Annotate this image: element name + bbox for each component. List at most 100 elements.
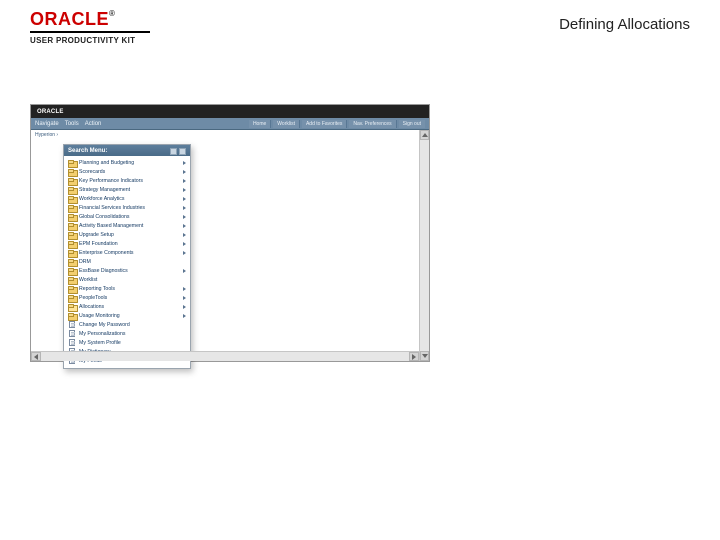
folder-icon	[68, 232, 76, 238]
folder-icon	[68, 169, 76, 175]
menu-item-label: Financial Services Industries	[79, 205, 180, 211]
menu-item[interactable]: EssBase Diagnostics	[66, 266, 188, 275]
folder-icon	[68, 160, 76, 166]
menu-item[interactable]: My Personalizations	[66, 329, 188, 338]
menu-item[interactable]: Financial Services Industries	[66, 203, 188, 212]
menu-item[interactable]: Strategy Management	[66, 185, 188, 194]
folder-icon	[68, 286, 76, 292]
oracle-logo-block: ORACLE® USER PRODUCTIVITY KIT	[30, 10, 150, 45]
menu-item-label: My Personalizations	[79, 331, 186, 337]
scrollbar-vertical[interactable]	[419, 130, 429, 361]
nav-signout[interactable]: Sign out	[399, 120, 425, 128]
menu-item-label: Worklist	[79, 277, 186, 283]
menu-item-label: Allocations	[79, 304, 180, 310]
menu-item[interactable]: Activity Based Management	[66, 221, 188, 230]
document-icon	[69, 330, 75, 337]
document-icon	[69, 321, 75, 328]
submenu-caret-icon	[183, 233, 186, 237]
menu-item-label: My System Profile	[79, 340, 186, 346]
menu-item-label: EssBase Diagnostics	[79, 268, 180, 274]
chevron-up-icon	[422, 133, 428, 137]
menu-item-label: Global Consolidations	[79, 214, 180, 220]
folder-icon	[68, 214, 76, 220]
chevron-right-icon	[412, 354, 416, 360]
nav-add-favorites[interactable]: Add to Favorites	[302, 120, 347, 128]
menu-item[interactable]: Usage Monitoring	[66, 311, 188, 320]
nav-action[interactable]: Action	[85, 121, 102, 127]
panel-controls	[170, 148, 186, 155]
nav-left: Navigate Tools Action	[35, 121, 101, 127]
document-icon	[69, 339, 75, 346]
scrollbar-horizontal[interactable]	[31, 351, 419, 361]
menu-item[interactable]: PeopleTools	[66, 293, 188, 302]
menu-item[interactable]: Scorecards	[66, 167, 188, 176]
menu-item-label: Planning and Budgeting	[79, 160, 180, 166]
registered-icon: ®	[109, 9, 115, 18]
app-titlebar: ORACLE	[31, 105, 429, 118]
folder-icon	[68, 250, 76, 256]
folder-icon	[68, 268, 76, 274]
breadcrumb[interactable]: Hyperion ›	[35, 132, 58, 138]
nav-home[interactable]: Home	[249, 120, 271, 128]
menu-item-label: Enterprise Components	[79, 250, 180, 256]
search-menu-title: Search Menu:	[64, 145, 190, 156]
submenu-caret-icon	[183, 170, 186, 174]
submenu-caret-icon	[183, 251, 186, 255]
submenu-caret-icon	[183, 188, 186, 192]
submenu-caret-icon	[183, 314, 186, 318]
menu-item[interactable]: Worklist	[66, 275, 188, 284]
submenu-caret-icon	[183, 215, 186, 219]
submenu-caret-icon	[183, 206, 186, 210]
submenu-caret-icon	[183, 269, 186, 273]
scroll-left-button[interactable]	[31, 352, 41, 361]
logo-underline	[30, 31, 150, 33]
folder-icon	[68, 205, 76, 211]
panel-control-icon[interactable]	[170, 148, 177, 155]
menu-item[interactable]: Key Performance Indicators	[66, 176, 188, 185]
submenu-caret-icon	[183, 161, 186, 165]
menu-item[interactable]: Global Consolidations	[66, 212, 188, 221]
menu-item-label: EPM Foundation	[79, 241, 180, 247]
nav-right: Home Worklist Add to Favorites Nav. Pref…	[249, 120, 425, 128]
folder-icon	[68, 295, 76, 301]
menu-item[interactable]: Allocations	[66, 302, 188, 311]
menu-item-label: Reporting Tools	[79, 286, 180, 292]
folder-icon	[68, 178, 76, 184]
search-menu-panel: Search Menu: Planning and BudgetingScore…	[63, 144, 191, 369]
menu-item-label: DRM	[79, 259, 186, 265]
menu-item[interactable]: My System Profile	[66, 338, 188, 347]
menu-item[interactable]: EPM Foundation	[66, 239, 188, 248]
menu-item-label: Upgrade Setup	[79, 232, 180, 238]
menu-item-label: Strategy Management	[79, 187, 180, 193]
folder-icon	[68, 304, 76, 310]
menu-item[interactable]: Enterprise Components	[66, 248, 188, 257]
submenu-caret-icon	[183, 287, 186, 291]
app-window: ORACLE Navigate Tools Action Home Workli…	[30, 104, 430, 362]
panel-control-icon[interactable]	[179, 148, 186, 155]
menu-item-label: Change My Password	[79, 322, 186, 328]
menu-item[interactable]: Planning and Budgeting	[66, 158, 188, 167]
nav-worklist[interactable]: Worklist	[273, 120, 300, 128]
scroll-up-button[interactable]	[420, 130, 429, 140]
folder-icon	[68, 241, 76, 247]
folder-icon	[68, 277, 76, 283]
menu-item[interactable]: DRM	[66, 257, 188, 266]
menu-item[interactable]: Workforce Analytics	[66, 194, 188, 203]
menu-item-label: Key Performance Indicators	[79, 178, 180, 184]
search-menu-title-text: Search Menu:	[68, 148, 107, 154]
nav-tools[interactable]: Tools	[65, 121, 79, 127]
app-navbar: Navigate Tools Action Home Worklist Add …	[31, 118, 429, 130]
submenu-caret-icon	[183, 305, 186, 309]
menu-item-label: Usage Monitoring	[79, 313, 180, 319]
menu-item[interactable]: Reporting Tools	[66, 284, 188, 293]
submenu-caret-icon	[183, 296, 186, 300]
submenu-caret-icon	[183, 242, 186, 246]
nav-preferences[interactable]: Nav. Preferences	[349, 120, 396, 128]
scroll-right-button[interactable]	[409, 352, 419, 361]
submenu-caret-icon	[183, 224, 186, 228]
oracle-logo-text: ORACLE	[30, 9, 109, 29]
menu-item[interactable]: Upgrade Setup	[66, 230, 188, 239]
scroll-down-button[interactable]	[420, 351, 429, 361]
menu-item[interactable]: Change My Password	[66, 320, 188, 329]
nav-navigate[interactable]: Navigate	[35, 121, 59, 127]
